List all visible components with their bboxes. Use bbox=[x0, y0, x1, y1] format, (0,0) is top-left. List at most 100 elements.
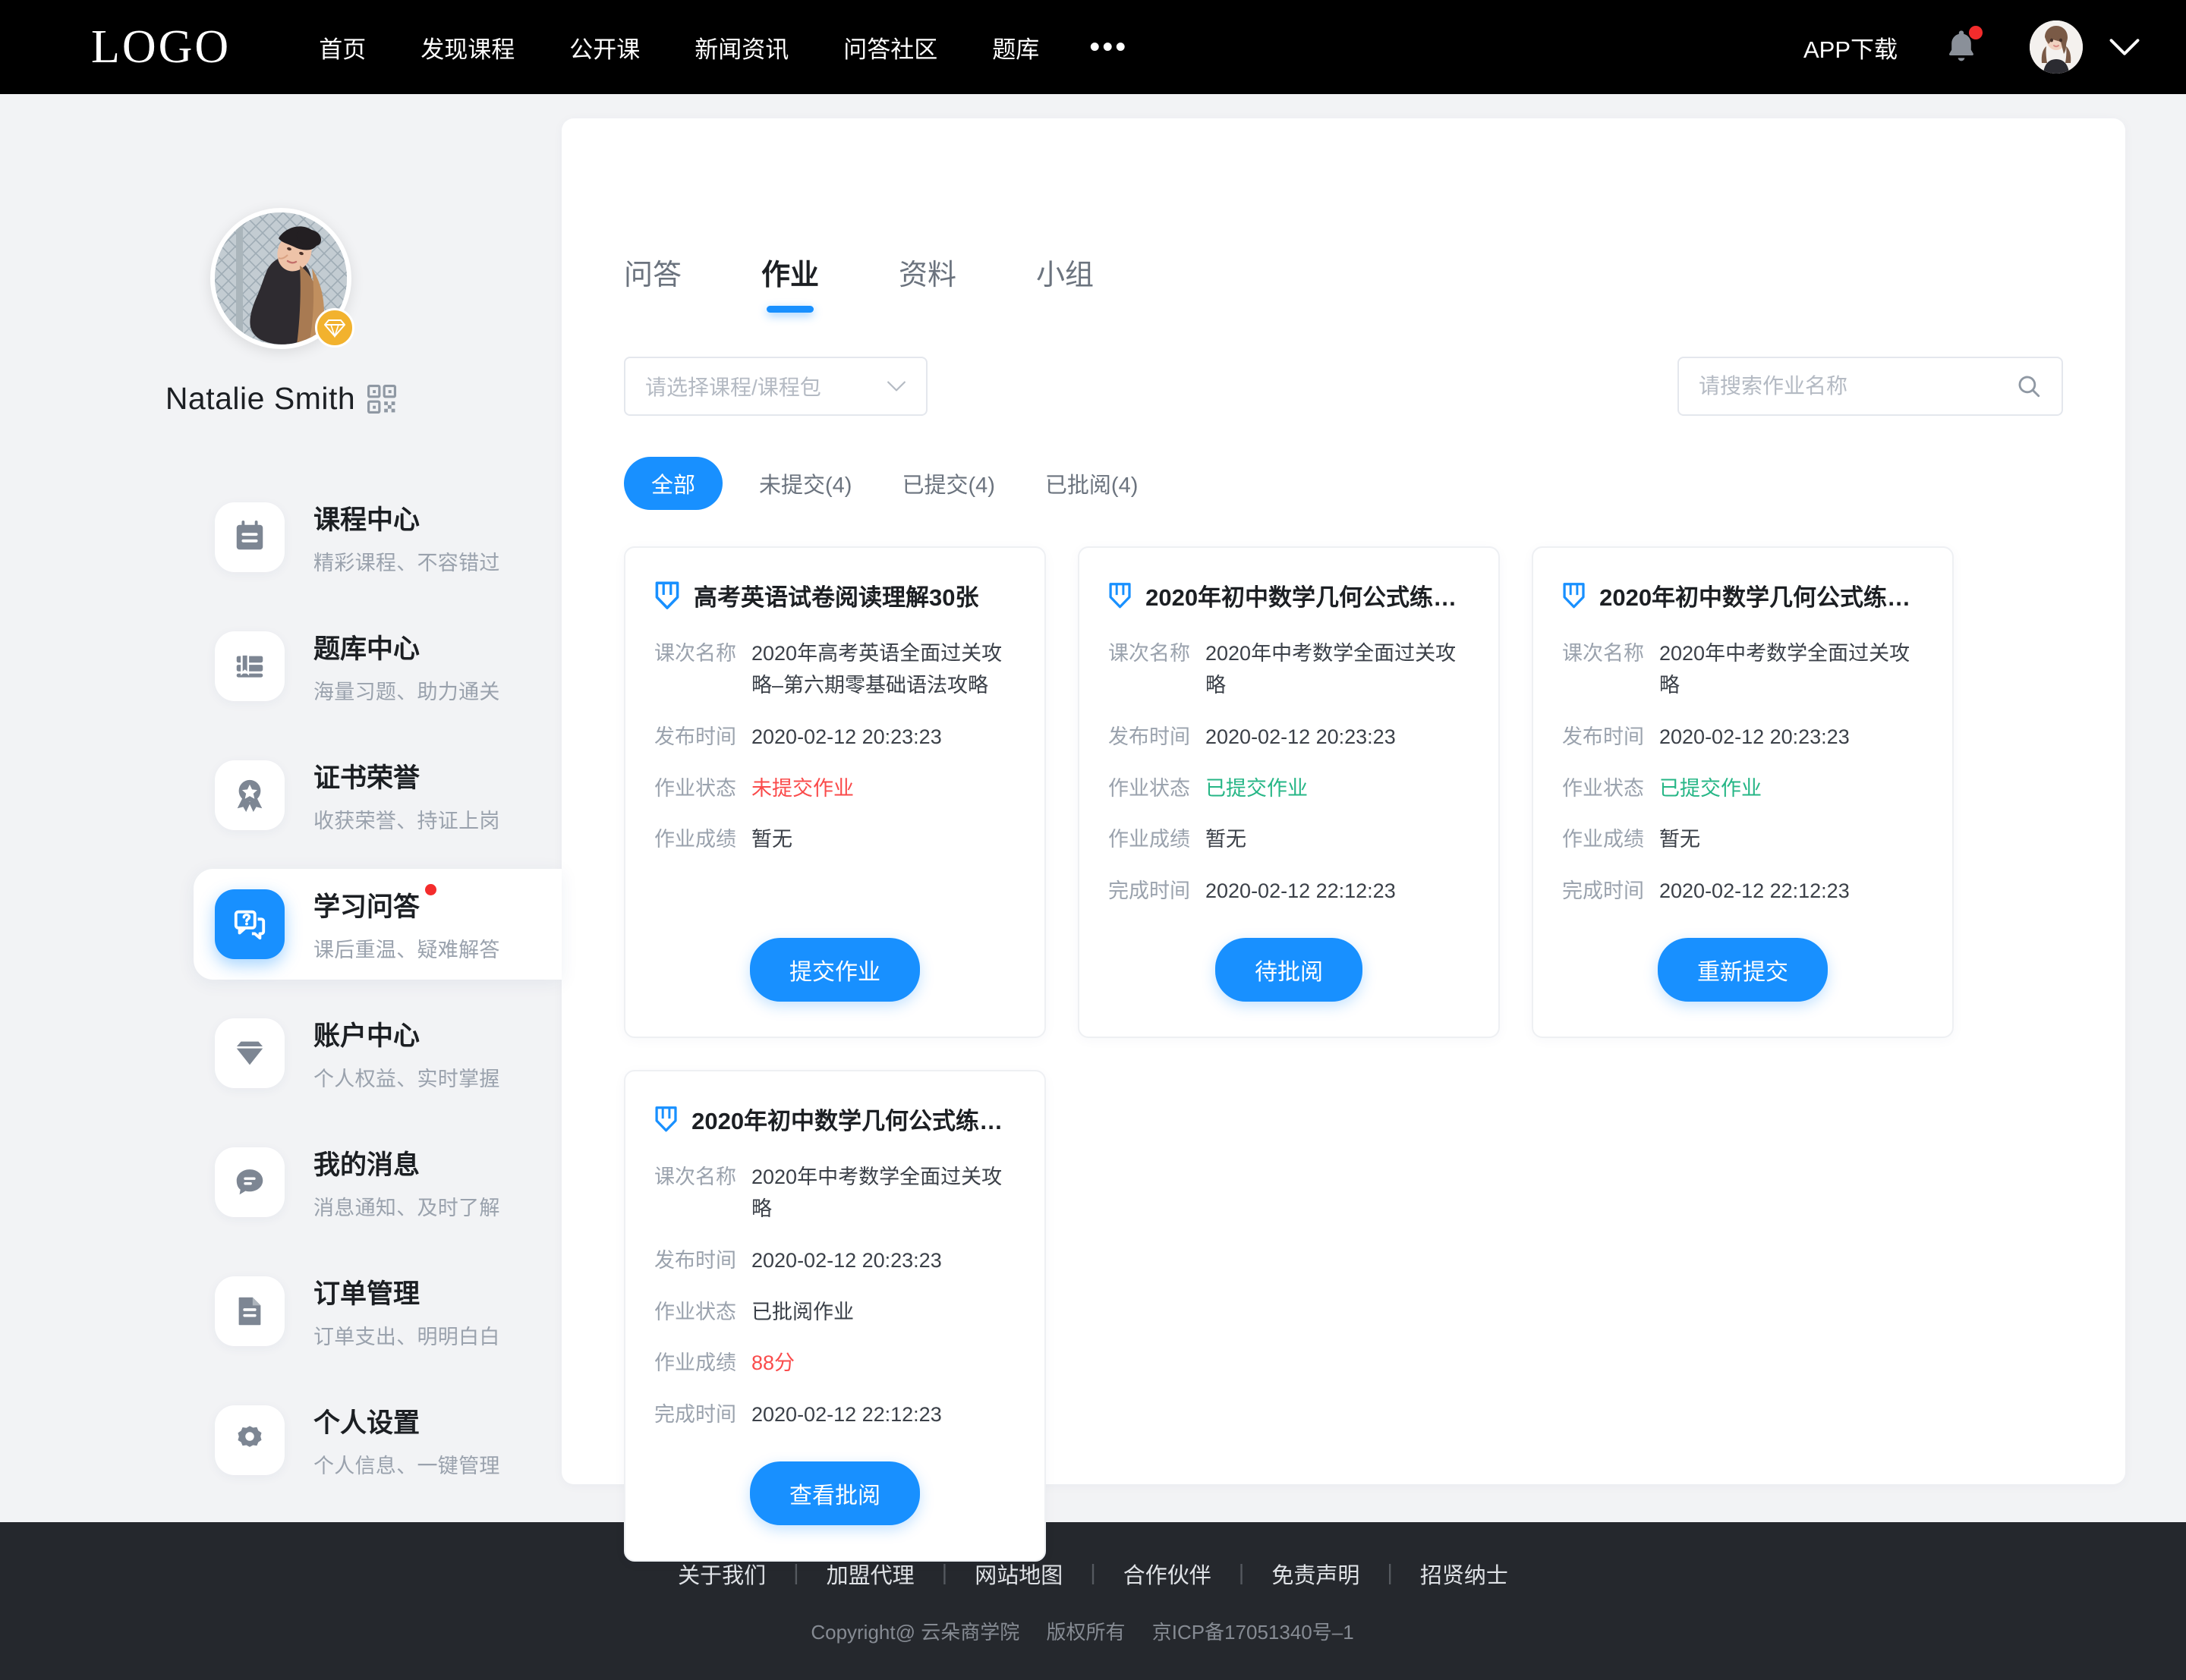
card-header: 2020年初中数学几何公式练习作... bbox=[1108, 578, 1469, 612]
row-label-score: 作业成绩 bbox=[654, 1351, 736, 1375]
more-menu-icon[interactable]: ••• bbox=[1066, 32, 1151, 62]
sidebar-item-course-center[interactable]: 课程中心 精彩课程、不容错过 bbox=[0, 473, 562, 602]
course-select[interactable]: 请选择课程/课程包 bbox=[624, 357, 928, 416]
notifications-button[interactable] bbox=[1943, 26, 1983, 67]
filter-row: 请选择课程/课程包 bbox=[562, 313, 2125, 416]
search-icon[interactable] bbox=[2016, 373, 2042, 399]
tab-qa[interactable]: 问答 bbox=[624, 251, 682, 313]
footer-link-franchise[interactable]: 加盟代理 bbox=[799, 1558, 942, 1590]
profile-avatar-wrap[interactable] bbox=[210, 208, 354, 349]
chevron-down-icon[interactable] bbox=[2109, 37, 2140, 57]
sidebar: Natalie Smith 课程中心 精彩课程、不容错过 题库中心 海量习题、助… bbox=[0, 118, 562, 1522]
sidebar-icon-wrap bbox=[215, 1405, 285, 1475]
tab-materials[interactable]: 资料 bbox=[899, 251, 956, 313]
card-row-course: 课次名称 2020年中考数学全面过关攻略 bbox=[654, 1162, 1016, 1225]
sidebar-item-subtitle: 消息通知、及时了解 bbox=[313, 1197, 500, 1219]
nav-item-qa-community[interactable]: 问答社区 bbox=[816, 30, 965, 64]
card-row-score: 作业成绩 暂无 bbox=[654, 824, 1016, 856]
chip-all[interactable]: 全部 bbox=[624, 457, 723, 510]
sidebar-item-order-management[interactable]: 订单管理 订单支出、明明白白 bbox=[0, 1247, 562, 1376]
sidebar-item-certificates[interactable]: 证书荣誉 收获荣誉、持证上岗 bbox=[0, 731, 562, 860]
icp-text[interactable]: 京ICP备17051340号–1 bbox=[1152, 1621, 1354, 1644]
submit-homework-button[interactable]: 提交作业 bbox=[750, 938, 920, 1002]
footer-separator: | bbox=[1090, 1561, 1096, 1585]
nav-item-home[interactable]: 首页 bbox=[291, 30, 393, 64]
sidebar-item-account-center[interactable]: 账户中心 个人权益、实时掌握 bbox=[0, 989, 562, 1118]
chip-submitted[interactable]: 已提交(4) bbox=[902, 467, 994, 499]
homework-card[interactable]: 2020年初中数学几何公式练习作... 课次名称 2020年中考数学全面过关攻略… bbox=[624, 1070, 1046, 1562]
status-badge: 已提交作业 bbox=[1659, 776, 1762, 800]
nav-item-discover-courses[interactable]: 发现课程 bbox=[393, 30, 542, 64]
tab-groups[interactable]: 小组 bbox=[1036, 251, 1094, 313]
tab-homework[interactable]: 作业 bbox=[761, 251, 819, 313]
sidebar-item-subtitle: 收获荣誉、持证上岗 bbox=[313, 810, 500, 832]
pen-icon bbox=[655, 1106, 677, 1131]
chip-unsubmitted[interactable]: 未提交(4) bbox=[759, 467, 852, 499]
sidebar-item-text: 证书荣誉 收获荣誉、持证上岗 bbox=[313, 757, 500, 834]
pending-review-button[interactable]: 待批阅 bbox=[1215, 938, 1362, 1002]
row-label-publish: 发布时间 bbox=[1562, 725, 1644, 748]
sidebar-item-label: 证书荣誉 bbox=[313, 763, 421, 793]
sidebar-item-text: 我的消息 消息通知、及时了解 bbox=[313, 1144, 500, 1221]
footer-link-disclaimer[interactable]: 免责声明 bbox=[1244, 1558, 1387, 1590]
page-title: Natalie Smith bbox=[165, 381, 356, 416]
search-input[interactable] bbox=[1699, 374, 2016, 398]
row-value-score: 暂无 bbox=[1205, 828, 1246, 851]
card-row-finish: 完成时间 2020-02-12 22:12:23 bbox=[1562, 876, 1923, 908]
status-filter-chips: 全部 未提交(4) 已提交(4) 已批阅(4) bbox=[562, 416, 2125, 510]
row-label-score: 作业成绩 bbox=[1562, 828, 1644, 851]
sidebar-item-my-messages[interactable]: 我的消息 消息通知、及时了解 bbox=[0, 1118, 562, 1247]
card-detail-rows: 课次名称 2020年中考数学全面过关攻略 发布时间 2020-02-12 20:… bbox=[1562, 638, 1923, 927]
sidebar-item-text: 订单管理 订单支出、明明白白 bbox=[313, 1273, 500, 1350]
pen-icon bbox=[1109, 582, 1131, 608]
row-value-publish: 2020-02-12 20:23:23 bbox=[751, 725, 942, 748]
notification-badge bbox=[1969, 26, 1983, 39]
top-bar-right-actions: APP下载 bbox=[1803, 20, 2140, 74]
sidebar-item-study-qa[interactable]: 学习问答 课后重温、疑难解答 bbox=[0, 860, 562, 989]
app-download-link[interactable]: APP下载 bbox=[1803, 30, 1898, 64]
card-detail-rows: 课次名称 2020年中考数学全面过关攻略 发布时间 2020-02-12 20:… bbox=[1108, 638, 1469, 927]
card-row-publish: 发布时间 2020-02-12 20:23:23 bbox=[1108, 722, 1469, 753]
card-title: 2020年初中数学几何公式练习作... bbox=[691, 1108, 1016, 1135]
footer-link-partners[interactable]: 合作伙伴 bbox=[1096, 1558, 1239, 1590]
chip-reviewed[interactable]: 已批阅(4) bbox=[1045, 467, 1138, 499]
resubmit-button[interactable]: 重新提交 bbox=[1658, 938, 1828, 1002]
card-header: 2020年初中数学几何公式练习作... bbox=[1562, 578, 1923, 612]
nav-item-news[interactable]: 新闻资讯 bbox=[667, 30, 816, 64]
view-review-button[interactable]: 查看批阅 bbox=[750, 1461, 920, 1526]
profile-block: Natalie Smith bbox=[0, 208, 562, 417]
site-logo[interactable]: LOGO bbox=[91, 24, 231, 71]
homework-card[interactable]: 高考英语试卷阅读理解30张 课次名称 2020年高考英语全面过关攻略–第六期零基… bbox=[624, 546, 1046, 1039]
card-row-course: 课次名称 2020年中考数学全面过关攻略 bbox=[1562, 638, 1923, 702]
footer-link-about-us[interactable]: 关于我们 bbox=[650, 1558, 793, 1590]
diamond-icon bbox=[324, 319, 345, 338]
homework-card[interactable]: 2020年初中数学几何公式练习作... 课次名称 2020年中考数学全面过关攻略… bbox=[1532, 546, 1954, 1039]
sidebar-item-personal-settings[interactable]: 个人设置 个人信息、一键管理 bbox=[0, 1376, 562, 1505]
search-box[interactable] bbox=[1677, 357, 2063, 416]
medal-star-icon bbox=[237, 779, 263, 813]
sidebar-menu: 课程中心 精彩课程、不容错过 题库中心 海量习题、助力通关 证书荣誉 收获荣誉、… bbox=[0, 473, 562, 1505]
nav-item-question-bank[interactable]: 题库 bbox=[965, 30, 1066, 64]
row-value-course: 2020年中考数学全面过关攻略 bbox=[1205, 642, 1457, 697]
row-label-course: 课次名称 bbox=[654, 1166, 736, 1189]
row-value-score: 88分 bbox=[751, 1351, 795, 1375]
status-badge: 已提交作业 bbox=[1205, 776, 1308, 800]
card-action-wrap: 重新提交 bbox=[1562, 938, 1923, 1002]
sidebar-item-text: 学习问答 课后重温、疑难解答 bbox=[313, 884, 500, 963]
footer-link-sitemap[interactable]: 网站地图 bbox=[947, 1558, 1090, 1590]
sidebar-item-text: 账户中心 个人权益、实时掌握 bbox=[313, 1015, 500, 1092]
row-value-course: 2020年高考英语全面过关攻略–第六期零基础语法攻略 bbox=[751, 642, 1003, 697]
avatar[interactable] bbox=[2030, 20, 2083, 74]
row-label-publish: 发布时间 bbox=[654, 725, 736, 748]
card-row-finish: 完成时间 2020-02-12 22:12:23 bbox=[1108, 876, 1469, 908]
sidebar-item-question-bank-center[interactable]: 题库中心 海量习题、助力通关 bbox=[0, 602, 562, 731]
qr-code-icon[interactable] bbox=[367, 384, 397, 414]
homework-card[interactable]: 2020年初中数学几何公式练习作... 课次名称 2020年中考数学全面过关攻略… bbox=[1078, 546, 1500, 1039]
pen-icon bbox=[655, 581, 679, 609]
card-detail-rows: 课次名称 2020年高考英语全面过关攻略–第六期零基础语法攻略 发布时间 202… bbox=[654, 638, 1016, 927]
card-row-score: 作业成绩 88分 bbox=[654, 1348, 1016, 1380]
card-detail-rows: 课次名称 2020年中考数学全面过关攻略 发布时间 2020-02-12 20:… bbox=[654, 1162, 1016, 1451]
footer-link-careers[interactable]: 招贤纳士 bbox=[1393, 1558, 1536, 1590]
sidebar-item-text: 课程中心 精彩课程、不容错过 bbox=[313, 499, 500, 576]
nav-item-open-classes[interactable]: 公开课 bbox=[542, 30, 667, 64]
